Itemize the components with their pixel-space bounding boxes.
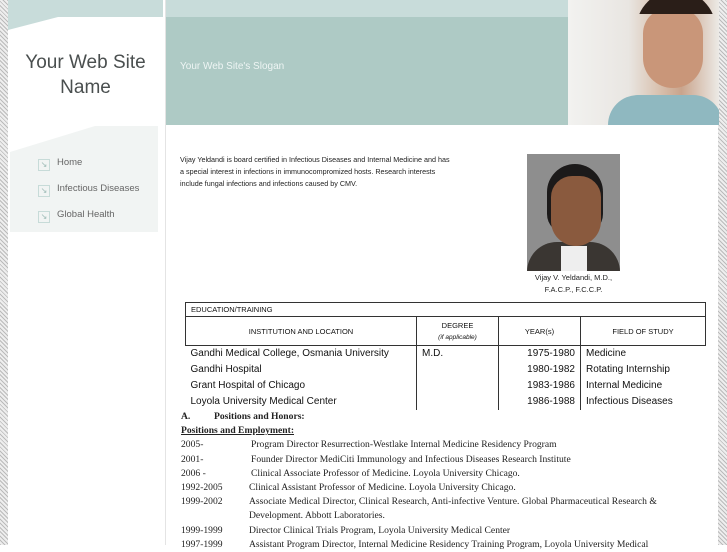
position-item: 2001- Founder Director MediCiti Immunolog… [181,453,711,467]
arrow-icon: ↘ [38,185,50,197]
portrait-caption: Vijay V. Yeldandi, M.D., F.A.C.P., F.C.C… [516,272,631,296]
position-years: 2006 - [181,467,206,479]
portrait-photo [527,154,620,271]
table-row: Loyola University Medical Center 1986-198… [186,393,706,410]
position-years: 1999-1999 [181,524,223,536]
caption-line: Vijay V. Yeldandi, M.D., [534,273,613,282]
sidebar-header-band [8,0,163,30]
nav-item-global-health[interactable]: ↘ Global Health [38,208,115,223]
header-field: FIELD OF STUDY [580,316,706,346]
position-text: Founder Director MediCiti Immunology and… [251,453,571,465]
bio-text: Vijay Yeldandi is board certified in Inf… [180,155,450,188]
arrow-icon: ↘ [38,211,50,223]
slogan-banner: Your Web Site's Slogan [166,17,568,125]
position-item: 2005- Program Director Resurrection-Westl… [181,438,711,452]
table-row: Gandhi Hospital 1980-1982 Rotating Interns… [186,361,706,378]
table-row: Gandhi Medical College, Osmania Universi… [186,345,706,362]
header-institution: INSTITUTION AND LOCATION [185,316,417,346]
caption-line: F.A.C.P., F.C.C.P. [544,285,603,294]
position-years: 2005- [181,439,204,451]
sidebar: Your Web Site Name ↘ Home ↘ Infectious Dis… [8,0,163,545]
position-years: 1999-2002 [181,496,223,508]
nav-label: Infectious Diseases [57,182,140,194]
site-name[interactable]: Your Web Site Name [8,50,163,100]
header-photo [568,0,719,125]
nav-item-infectious-diseases[interactable]: ↘ Infectious Diseases [38,182,140,197]
header-years: YEAR(s) [498,316,581,346]
table-row: Grant Hospital of Chicago 1983-1986 Intern… [186,377,706,394]
table-title: EDUCATION/TRAINING [185,302,706,317]
main-content: Your Web Site's Slogan Vijay Yeldandi is… [165,0,719,550]
education-table: EDUCATION/TRAINING INSTITUTION AND LOCAT… [185,302,706,410]
nav-label: Home [57,156,83,168]
section-heading: A. Positions and Honors: [181,411,305,422]
nav-label: Global Health [57,208,115,220]
subsection-heading: Positions and Employment: [181,425,295,437]
position-text: Program Director Resurrection-Westlake I… [251,439,557,451]
position-text: Clinical Associate Professor of Medicine… [251,467,520,479]
position-item: 2006 - Clinical Associate Professor of Me… [181,467,711,481]
nav-item-home[interactable]: ↘ Home [38,156,83,171]
position-item: 1999-1999 Director Clinical Trials Progra… [181,524,711,538]
position-text: Director Clinical Trials Program, Loyola… [249,524,511,536]
position-years: 1992-2005 [181,482,223,494]
position-years: 2001- [181,453,204,465]
right-border [718,0,727,545]
position-text: Associate Medical Director, Clinical Res… [249,496,657,522]
cv-section: A. Positions and Honors: Positions and Em… [181,410,711,552]
header-band [166,0,568,17]
position-item: 1992-2005 Clinical Assistant Professor of… [181,481,711,495]
arrow-icon: ↘ [38,159,50,171]
positions-list: 2005- Program Director Resurrection-Westl… [181,438,711,552]
left-border [0,0,8,545]
position-text: Clinical Assistant Professor of Medicine… [249,482,516,494]
header-degree: DEGREE (if applicable) [416,316,499,346]
site-slogan: Your Web Site's Slogan [180,61,285,72]
position-item: 1999-2002 Associate Medical Director, Cli… [181,495,711,523]
